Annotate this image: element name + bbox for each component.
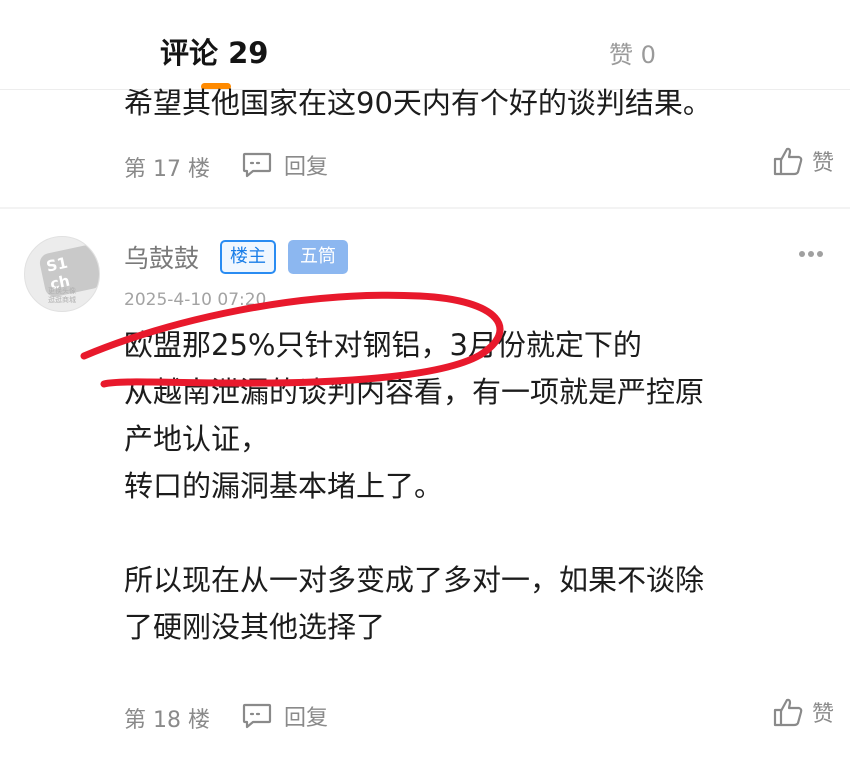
tab-comments[interactable]: 评论 29 (160, 30, 268, 72)
reply-label: 回复 (284, 155, 329, 180)
avatar-caption: 逛逛商城 (48, 296, 76, 304)
thumbs-up-icon (773, 147, 803, 176)
comment-18-text: 欧盟那25%只针对钢铝，3月份就定下的 从越南泄漏的谈判内容看，有一项就是严控原… (124, 328, 705, 644)
reply-label: 回复 (284, 706, 329, 731)
comment-separator (0, 207, 850, 209)
comment-18-actions: 第 18 楼 回复 赞 (124, 696, 834, 736)
comment-tabs: 评论 29 赞 0 (0, 0, 850, 90)
like-label: 赞 (811, 151, 834, 176)
reply-button[interactable]: 回复 (242, 145, 328, 185)
floor-number: 第 18 楼 (124, 708, 210, 733)
rank-badge: 五筒 (288, 240, 348, 274)
timestamp: 2025-4-10 07:20 (124, 290, 267, 310)
username[interactable]: 乌鼓鼓 (124, 239, 199, 275)
like-button[interactable]: 赞 (772, 690, 834, 734)
comment-bubble-icon (242, 152, 272, 178)
more-dots-icon[interactable] (798, 250, 824, 258)
comment-17-actions: 第 17 楼 回复 赞 (124, 145, 834, 185)
avatar-caption: 更换头像 (48, 287, 76, 295)
thumbs-up-icon (773, 698, 803, 727)
like-label: 赞 (811, 702, 834, 727)
reply-button[interactable]: 回复 (242, 696, 328, 736)
comment-17-text: 希望其他国家在这90天内有个好的谈判结果。 (124, 86, 712, 120)
comment-bubble-icon (242, 703, 272, 729)
tab-likes[interactable]: 赞 0 (609, 35, 656, 70)
avatar[interactable]: S1 ch 更换头像 逛逛商城 (24, 236, 100, 312)
op-badge: 楼主 (220, 240, 276, 274)
floor-number: 第 17 楼 (124, 157, 210, 182)
like-button[interactable]: 赞 (772, 139, 834, 183)
